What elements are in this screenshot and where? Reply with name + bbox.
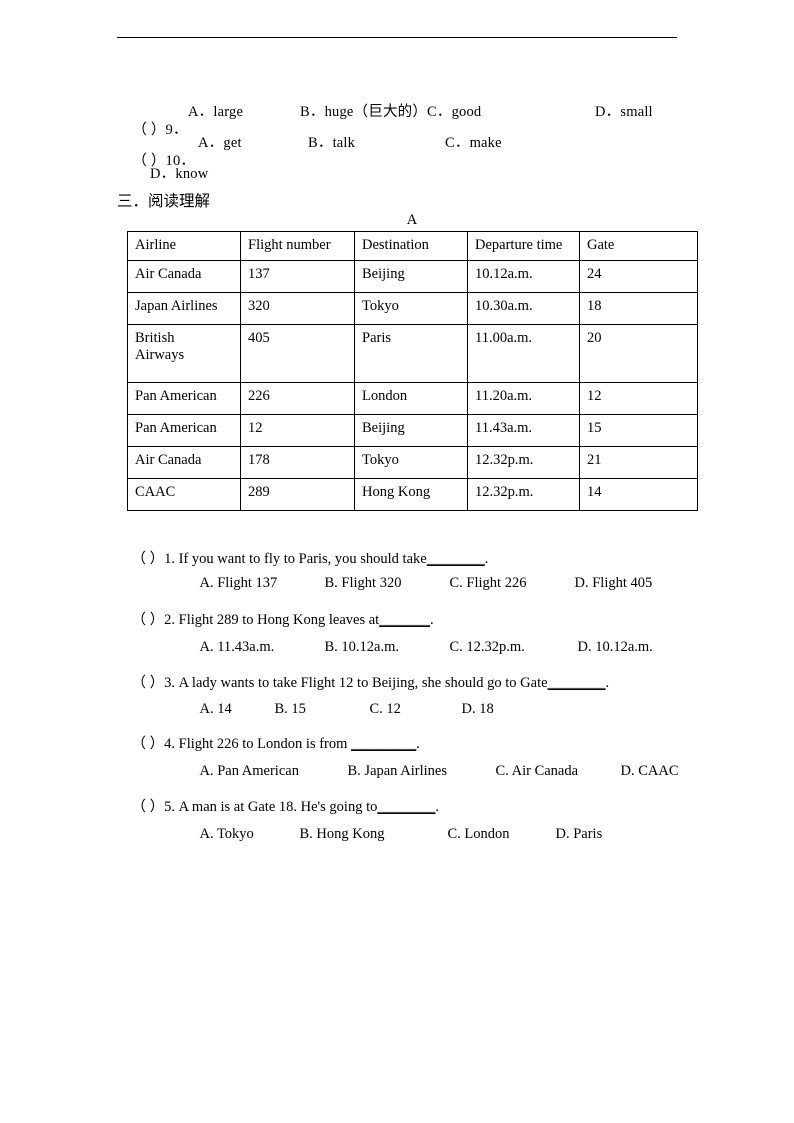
table-row: British Airways 405 Paris 11.00a.m. 20 <box>127 324 698 383</box>
cell-gate: 21 <box>579 446 698 479</box>
cell-departure-time: 11.43a.m. <box>467 414 580 447</box>
cell-airline: Japan Airlines <box>127 292 241 325</box>
question-5-option-a[interactable]: A. Tokyo <box>200 826 300 843</box>
cell-flight-number: 178 <box>240 446 355 479</box>
table-row: CAAC 289 Hong Kong 12.32p.m. 14 <box>127 478 698 511</box>
question-5-option-b[interactable]: B. Hong Kong <box>300 826 448 843</box>
cell-destination: Paris <box>354 324 468 383</box>
cell-airline: Air Canada <box>127 446 241 479</box>
question-1-option-d[interactable]: D. Flight 405 <box>575 575 653 592</box>
column-header-destination: Destination <box>354 231 468 261</box>
cell-airline: CAAC <box>127 478 241 511</box>
cell-gate: 24 <box>579 260 698 293</box>
cell-destination: Tokyo <box>354 292 468 325</box>
cell-airline: Air Canada <box>127 260 241 293</box>
question-5-options: A. Tokyo B. Hong Kong C. London D. Paris <box>185 809 603 860</box>
cell-airline: Pan American <box>127 414 241 447</box>
table-row: Air Canada 178 Tokyo 12.32p.m. 21 <box>127 446 698 479</box>
section-heading-reading: 三．阅读理解 <box>117 192 211 210</box>
column-header-gate: Gate <box>579 231 698 261</box>
question-3-punct: . <box>605 675 610 691</box>
cell-flight-number: 226 <box>240 382 355 415</box>
cloze-10-option-a: A．get <box>198 135 242 151</box>
cell-flight-number: 405 <box>240 324 355 383</box>
question-3-blank: ________ <box>547 675 606 691</box>
table-row: Pan American 226 London 11.20a.m. 12 <box>127 382 698 415</box>
cloze-9-option-c: C．good <box>427 104 482 120</box>
cell-flight-number: 320 <box>240 292 355 325</box>
question-1-option-a[interactable]: A. Flight 137 <box>200 575 325 592</box>
cell-gate: 18 <box>579 292 698 325</box>
cell-gate: 15 <box>579 414 698 447</box>
cloze-9-option-d: D．small <box>595 104 653 120</box>
cell-airline: British Airways <box>127 324 241 383</box>
cell-departure-time: 11.20a.m. <box>467 382 580 415</box>
header-rule <box>117 37 677 38</box>
column-header-airline: Airline <box>127 231 241 261</box>
cell-flight-number: 137 <box>240 260 355 293</box>
table-row: Air Canada 137 Beijing 10.12a.m. 24 <box>127 260 698 293</box>
cell-flight-number: 12 <box>240 414 355 447</box>
cell-departure-time: 12.32p.m. <box>467 478 580 511</box>
cell-gate: 12 <box>579 382 698 415</box>
question-5-option-d[interactable]: D. Paris <box>556 826 603 843</box>
column-header-departure-time: Departure time <box>467 231 580 261</box>
question-1-option-b[interactable]: B. Flight 320 <box>325 575 450 592</box>
document-page: （ ）9． A．large B．huge（巨大的） C．good D．small… <box>0 0 794 1123</box>
cell-destination: Hong Kong <box>354 478 468 511</box>
question-1-option-c[interactable]: C. Flight 226 <box>450 575 575 592</box>
passage-label: A <box>406 212 418 228</box>
question-4-option-d[interactable]: D. CAAC <box>621 763 679 780</box>
column-header-flight-number: Flight number <box>240 231 355 261</box>
cell-destination: Beijing <box>354 414 468 447</box>
cell-gate: 20 <box>579 324 698 383</box>
cloze-10-option-d: D．know <box>150 166 209 182</box>
cell-airline: Pan American <box>127 382 241 415</box>
table-row: Pan American 12 Beijing 11.43a.m. 15 <box>127 414 698 447</box>
table-header-row: Airline Flight number Destination Depart… <box>127 231 698 261</box>
cell-flight-number: 289 <box>240 478 355 511</box>
question-4-option-c[interactable]: C. Air Canada <box>496 763 621 780</box>
table-row: Japan Airlines 320 Tokyo 10.30a.m. 18 <box>127 292 698 325</box>
cell-departure-time: 10.30a.m. <box>467 292 580 325</box>
cell-gate: 14 <box>579 478 698 511</box>
cell-departure-time: 11.00a.m. <box>467 324 580 383</box>
cell-destination: London <box>354 382 468 415</box>
question-3-option-d[interactable]: D. 18 <box>462 701 494 718</box>
flight-information-table: Airline Flight number Destination Depart… <box>127 231 698 511</box>
cell-destination: Beijing <box>354 260 468 293</box>
question-5-option-c[interactable]: C. London <box>448 826 556 843</box>
cloze-9-option-a: A．large <box>188 104 244 120</box>
cloze-9-option-b: B．huge（巨大的） <box>300 104 428 120</box>
cell-destination: Tokyo <box>354 446 468 479</box>
cell-departure-time: 10.12a.m. <box>467 260 580 293</box>
cell-departure-time: 12.32p.m. <box>467 446 580 479</box>
cloze-10-option-c: C．make <box>445 135 502 151</box>
cloze-10-option-b: B．talk <box>308 135 356 151</box>
